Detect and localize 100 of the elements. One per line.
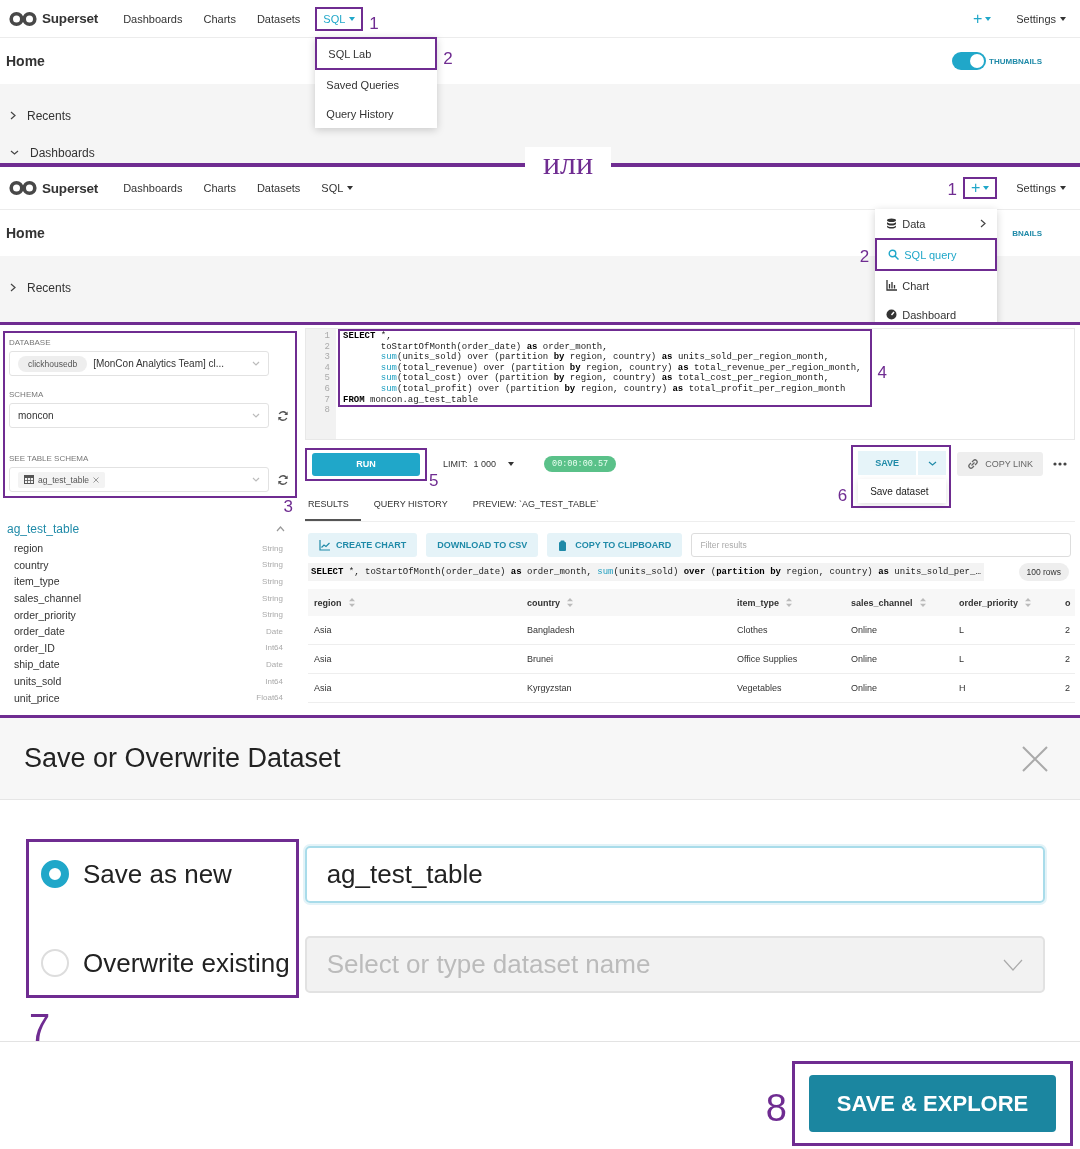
save-dataset-menu[interactable]: Save dataset bbox=[858, 479, 947, 503]
dialog-title: Save or Overwrite Dataset bbox=[24, 743, 341, 774]
menu-item[interactable]: Query History bbox=[315, 99, 438, 128]
column-header[interactable]: order_priority bbox=[953, 589, 1059, 616]
column-name: sales_channel bbox=[14, 592, 82, 605]
table-cell: 2 bbox=[1059, 674, 1075, 703]
column-type: String bbox=[262, 543, 283, 553]
radio-label[interactable]: Save as new bbox=[83, 858, 232, 890]
column-type: Int64 bbox=[265, 643, 283, 653]
toggle-label: THUMBNAILS bbox=[989, 56, 1042, 66]
table-cell: Asia bbox=[308, 645, 521, 674]
table-cell: 2 bbox=[1059, 645, 1075, 674]
table-cell: Asia bbox=[308, 674, 521, 703]
menu-item[interactable]: Data bbox=[875, 209, 998, 238]
settings-menu[interactable]: Settings bbox=[1010, 8, 1072, 29]
table-cell: L bbox=[953, 645, 1059, 674]
chevron-down-icon bbox=[252, 361, 260, 366]
nav-link[interactable]: Datasets bbox=[250, 8, 307, 29]
field-label: SCHEMA bbox=[9, 390, 45, 399]
chevron-down-icon bbox=[252, 477, 260, 482]
action-button[interactable]: DOWNLOAD TO CSV bbox=[426, 533, 539, 557]
column-name: order_ID bbox=[14, 641, 55, 654]
column-header[interactable]: item_type bbox=[731, 589, 845, 616]
nav-link[interactable]: Datasets bbox=[250, 178, 307, 198]
section-toggle[interactable]: Recents bbox=[10, 97, 72, 134]
limit-select[interactable]: 1 000 bbox=[473, 459, 515, 469]
column-type: String bbox=[262, 577, 283, 586]
line-number: 2 bbox=[324, 341, 330, 353]
refresh-icon bbox=[277, 409, 289, 422]
tab[interactable]: RESULTS bbox=[305, 488, 361, 521]
database-select[interactable]: clickhousedb [MonCon Analytics Team] cl... bbox=[9, 351, 269, 376]
menu-item[interactable]: Chart bbox=[875, 271, 998, 300]
code-line: sum(total_revenue) over (partition by region, country) as total_revenue_per_region_month, bbox=[379, 362, 862, 373]
timer-badge: 00:00:00.57 bbox=[544, 456, 617, 472]
column-header[interactable]: sales_channel bbox=[845, 589, 953, 616]
save-explore-button[interactable]: SAVE & EXPLORE bbox=[809, 1075, 1056, 1132]
annotation-number: 4 bbox=[877, 363, 887, 381]
more-icon[interactable] bbox=[1053, 462, 1067, 466]
name-input-field[interactable]: ag_test_table bbox=[304, 846, 1045, 903]
radio-label[interactable]: Overwrite existing bbox=[83, 947, 290, 979]
field-label: DATABASE bbox=[9, 338, 52, 347]
bar-chart-icon bbox=[886, 280, 898, 291]
nav-link[interactable]: Charts bbox=[197, 178, 242, 198]
chevron-up-icon[interactable] bbox=[276, 526, 285, 532]
limit-label: LIMIT: bbox=[443, 459, 468, 469]
action-button[interactable]: CREATE CHART bbox=[308, 533, 418, 557]
chevron-down-icon bbox=[927, 460, 937, 466]
code-line: sum(total_cost) over (partition by region, country) as total_cost_per_region_month, bbox=[379, 373, 831, 384]
dropdown-button[interactable] bbox=[918, 451, 947, 475]
logo-icon bbox=[8, 10, 38, 27]
column-header[interactable]: country bbox=[521, 589, 731, 616]
annotation-number: 1 bbox=[369, 14, 379, 32]
code-line: sum(total_profit) over (partition by region, country) as total_profit_per_region_month bbox=[379, 383, 847, 395]
section-toggle[interactable]: Recents bbox=[10, 269, 72, 306]
brand-name: Superset bbox=[42, 180, 99, 196]
sort-icon bbox=[786, 598, 793, 607]
table-tag[interactable]: ag_test_table bbox=[18, 471, 106, 488]
radio-button[interactable] bbox=[41, 860, 69, 888]
nav-link[interactable]: SQL bbox=[315, 178, 360, 198]
sort-icon bbox=[1025, 598, 1031, 607]
nav-link[interactable]: Dashboards bbox=[117, 178, 189, 198]
settings-menu[interactable]: Settings bbox=[1010, 178, 1072, 198]
code-line: sum(units_sold) over (partition by region, country) as units_sold_per_region_month, bbox=[379, 352, 831, 363]
table-cell: Online bbox=[845, 616, 953, 645]
copy-link-button[interactable]: COPY LINK bbox=[957, 452, 1043, 476]
table-cell: L bbox=[953, 616, 1059, 645]
line-number: 3 bbox=[324, 352, 330, 363]
action-button[interactable]: COPY TO CLIPBOARD bbox=[547, 533, 683, 557]
menu-item[interactable]: Saved Queries bbox=[315, 70, 438, 99]
close-icon[interactable] bbox=[1022, 745, 1048, 772]
menu-item[interactable]: Dashboard bbox=[875, 300, 998, 322]
column-type: Date bbox=[266, 659, 283, 669]
tab[interactable]: PREVIEW: `AG_TEST_TABLE` bbox=[469, 488, 611, 521]
save-button[interactable]: SAVE bbox=[858, 451, 917, 475]
column-header[interactable]: region bbox=[308, 589, 521, 616]
table-name[interactable]: ag_test_table bbox=[7, 522, 80, 536]
caret-icon bbox=[508, 462, 515, 466]
column-name: order_date bbox=[14, 625, 65, 638]
row-count-badge: 100 rows bbox=[1018, 563, 1069, 581]
schema-select[interactable]: moncon bbox=[9, 403, 269, 428]
nav-link[interactable]: Dashboards bbox=[117, 8, 189, 29]
code-line: SELECT *, bbox=[342, 331, 393, 342]
table-select[interactable]: ag_test_table bbox=[9, 467, 269, 492]
chevron-down-icon bbox=[1003, 958, 1023, 971]
annotation-number: 7 bbox=[29, 1009, 51, 1047]
table-cell: Online bbox=[845, 674, 953, 703]
code-line: FROM moncon.ag_test_table bbox=[342, 394, 480, 406]
column-type: Date bbox=[266, 626, 283, 636]
nav-link[interactable]: Charts bbox=[197, 8, 242, 29]
page-title: Home bbox=[6, 225, 45, 241]
section-toggle[interactable]: Dashboards bbox=[10, 134, 95, 163]
toggle-label: BNAILS bbox=[1012, 228, 1042, 238]
tab[interactable]: QUERY HISTORY bbox=[370, 488, 460, 521]
column-header[interactable]: o bbox=[1059, 589, 1075, 616]
table-cell: Bangladesh bbox=[521, 616, 731, 645]
database-icon bbox=[886, 218, 898, 229]
annotation-number: 3 bbox=[283, 498, 293, 515]
line-number: 6 bbox=[324, 383, 330, 395]
toggle-switch[interactable] bbox=[952, 52, 987, 70]
menu-item[interactable]: SQL Lab bbox=[317, 39, 436, 68]
